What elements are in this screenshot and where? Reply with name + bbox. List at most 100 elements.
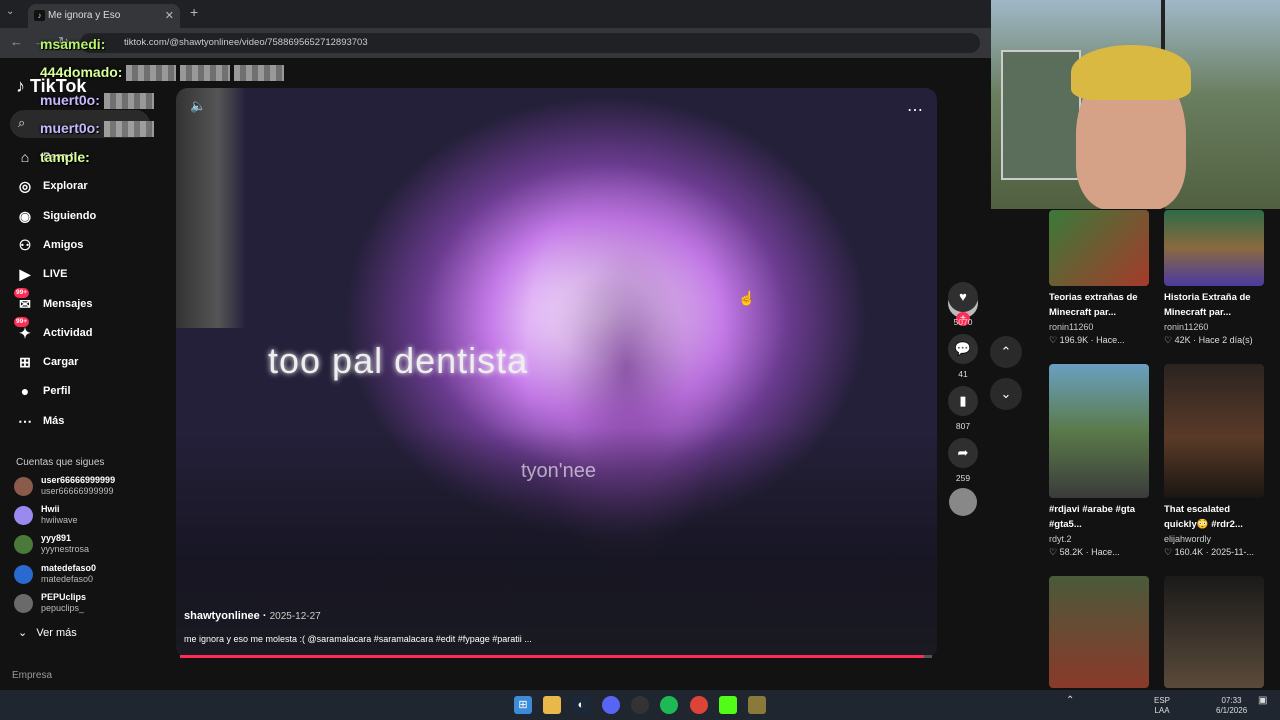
following-account[interactable]: Hwii hwiiwave <box>14 503 164 529</box>
author-name: shawtyonlinee <box>184 610 260 622</box>
chat-user: muert0o: <box>40 120 100 136</box>
video-overlay-text: too pal dentista <box>268 340 529 381</box>
chrome-icon[interactable] <box>690 696 708 714</box>
recommended-card[interactable] <box>1164 576 1264 688</box>
card-title: #rdjavi #arabe #gta #gta5... <box>1049 504 1136 530</box>
sidebar-item-siguiendo[interactable]: ◉ Siguiendo <box>14 204 164 228</box>
chat-message: msamedi: <box>40 36 105 52</box>
card-time: Hace... <box>1096 335 1125 345</box>
comment-button[interactable]: 💬 41 <box>948 334 978 379</box>
following-account[interactable]: matedefaso0 matedefaso0 <box>14 562 164 588</box>
sidebar-item-label: Actividad <box>43 326 93 339</box>
chat-message: muert0o: <box>40 92 154 110</box>
video-progress-bar[interactable] <box>180 655 932 658</box>
url-field[interactable]: tiktok.com/@shawtyonlinee/video/75886956… <box>80 33 980 53</box>
notification-badge: 99+ <box>14 287 30 298</box>
sidebar-item-live[interactable]: ▶ LIVE <box>14 262 164 286</box>
minecraft-icon[interactable] <box>748 696 766 714</box>
sidebar-item-mensajes[interactable]: ✉ 99+ Mensajes <box>14 287 164 316</box>
next-video-button[interactable]: ⌄ <box>990 378 1022 410</box>
url-text: tiktok.com/@shawtyonlinee/video/75886956… <box>124 37 368 48</box>
sidebar-item-perfil[interactable]: ● Perfil <box>14 379 164 403</box>
sidebar-item-label: Siguiendo <box>43 209 97 222</box>
sidebar-item-explorar[interactable]: ◎ Explorar <box>14 174 164 198</box>
recommended-card[interactable]: Historia Extraña de Minecraft par... ron… <box>1164 210 1264 346</box>
video-author[interactable]: shawtyonlinee · 2025-12-27 <box>184 610 321 622</box>
recommended-card[interactable] <box>1049 576 1149 688</box>
sidebar-item-label: Perfil <box>43 385 71 398</box>
screen: ⌄ ♪ Me ignora y Eso ✕ + ← → ↻ tiktok.com… <box>0 0 1280 720</box>
friends-icon: ⚇ <box>18 236 32 253</box>
see-more-button[interactable]: ⌄ Ver más <box>18 626 77 639</box>
spotify-icon[interactable] <box>660 696 678 714</box>
card-user: rdyt.2 <box>1049 534 1072 544</box>
profile-icon: ● <box>20 383 30 400</box>
volume-icon[interactable]: 🔈 <box>190 98 206 114</box>
following-account[interactable]: user66666999999 user66666999999 <box>14 474 164 500</box>
language-indicator[interactable]: ESP LAA <box>1154 696 1170 716</box>
save-button[interactable]: ▮ 807 <box>948 386 978 431</box>
avatar <box>14 593 33 613</box>
chat-message: muert0o: <box>40 120 154 138</box>
back-icon[interactable]: ← <box>10 34 23 49</box>
following-account[interactable]: PEPUclips pepuclips_ <box>14 591 164 617</box>
account-handle: matedefaso0 <box>41 573 94 584</box>
like-button[interactable]: ♥ 5070 <box>948 282 978 327</box>
video-date: 2025-12-27 <box>269 611 321 622</box>
like-count: 5070 <box>953 317 973 327</box>
account-name: matedefaso0 <box>41 562 97 573</box>
company-link[interactable]: Empresa <box>12 670 52 681</box>
lang2: LAA <box>1154 706 1170 715</box>
heart-icon: ♥ <box>948 282 978 312</box>
new-tab-button[interactable]: + <box>190 4 198 20</box>
emote-icon <box>103 121 154 138</box>
start-icon[interactable]: ⊞ <box>514 696 532 714</box>
card-user: ronin11260 <box>1049 322 1094 332</box>
video-more-icon[interactable]: ⋯ <box>907 100 923 120</box>
avatar <box>14 506 33 526</box>
notification-icon[interactable]: ▣ <box>1258 696 1267 706</box>
steam-icon[interactable]: ◐ <box>572 696 590 714</box>
recommended-card[interactable]: That escalated quickly😳 #rdr2... elijahw… <box>1164 364 1264 558</box>
card-title: Teorias extrañas de Minecraft par... <box>1049 292 1138 318</box>
following-icon: ◉ <box>18 207 32 224</box>
prev-video-button[interactable]: ⌃ <box>990 336 1022 368</box>
upload-icon: ⊞ <box>19 354 31 371</box>
sidebar-item-actividad[interactable]: ✦ 99+ Actividad <box>14 316 164 345</box>
card-time: Hace 2 día(s) <box>1198 335 1253 345</box>
sidebar-item-más[interactable]: ⋯ Más <box>14 409 164 433</box>
search-icon: ⌕ <box>18 115 26 130</box>
video-player[interactable]: too pal dentista tyon'nee 🔈 ⋯ shawtyonli… <box>176 88 937 658</box>
sidebar-item-cargar[interactable]: ⊞ Cargar <box>14 350 164 374</box>
sidebar-item-label: Más <box>43 414 65 427</box>
recommended-card[interactable]: #rdjavi #arabe #gta #gta5... rdyt.2 ♡ 58… <box>1049 364 1149 558</box>
tray-chevron-icon[interactable]: ⌃ <box>1066 696 1074 706</box>
card-thumbnail <box>1164 210 1264 286</box>
file-explorer-icon[interactable] <box>543 696 561 714</box>
kick-icon[interactable] <box>719 696 737 714</box>
emote-icon <box>126 65 177 82</box>
card-title: That escalated quickly😳 #rdr2... <box>1164 504 1243 530</box>
mouse-cursor-icon: ☝ <box>738 290 756 306</box>
close-tab-icon[interactable]: ✕ <box>165 4 174 28</box>
sidebar-item-label: Amigos <box>43 238 84 251</box>
card-time: 2025-11-... <box>1211 547 1254 557</box>
tab-search-icon[interactable]: ⌄ <box>6 6 14 17</box>
discord-icon[interactable] <box>602 696 620 714</box>
emote-icon <box>234 65 285 82</box>
heart-icon: ♡ <box>1164 547 1173 557</box>
clock[interactable]: 07:33 6/1/2026 <box>1216 696 1247 716</box>
card-likes: 160.4K <box>1174 547 1204 557</box>
chat-message: 444domado: <box>40 64 285 82</box>
sidebar-item-amigos[interactable]: ⚇ Amigos <box>14 233 164 257</box>
browser-tab[interactable]: ♪ Me ignora y Eso ✕ <box>28 4 180 28</box>
following-account[interactable]: yyy891 yyynestrosa <box>14 532 164 558</box>
heart-icon: ♡ <box>1049 335 1058 345</box>
home-icon: ⌂ <box>20 149 30 165</box>
card-stats: ♡ 58.2K · Hace... <box>1049 547 1120 557</box>
recommended-card[interactable]: Teorias extrañas de Minecraft par... ron… <box>1049 210 1149 346</box>
video-shadow <box>176 88 246 328</box>
share-button[interactable]: ➦ 259 <box>948 438 978 483</box>
music-disc-icon[interactable] <box>949 488 977 516</box>
obs-icon[interactable] <box>631 696 649 714</box>
